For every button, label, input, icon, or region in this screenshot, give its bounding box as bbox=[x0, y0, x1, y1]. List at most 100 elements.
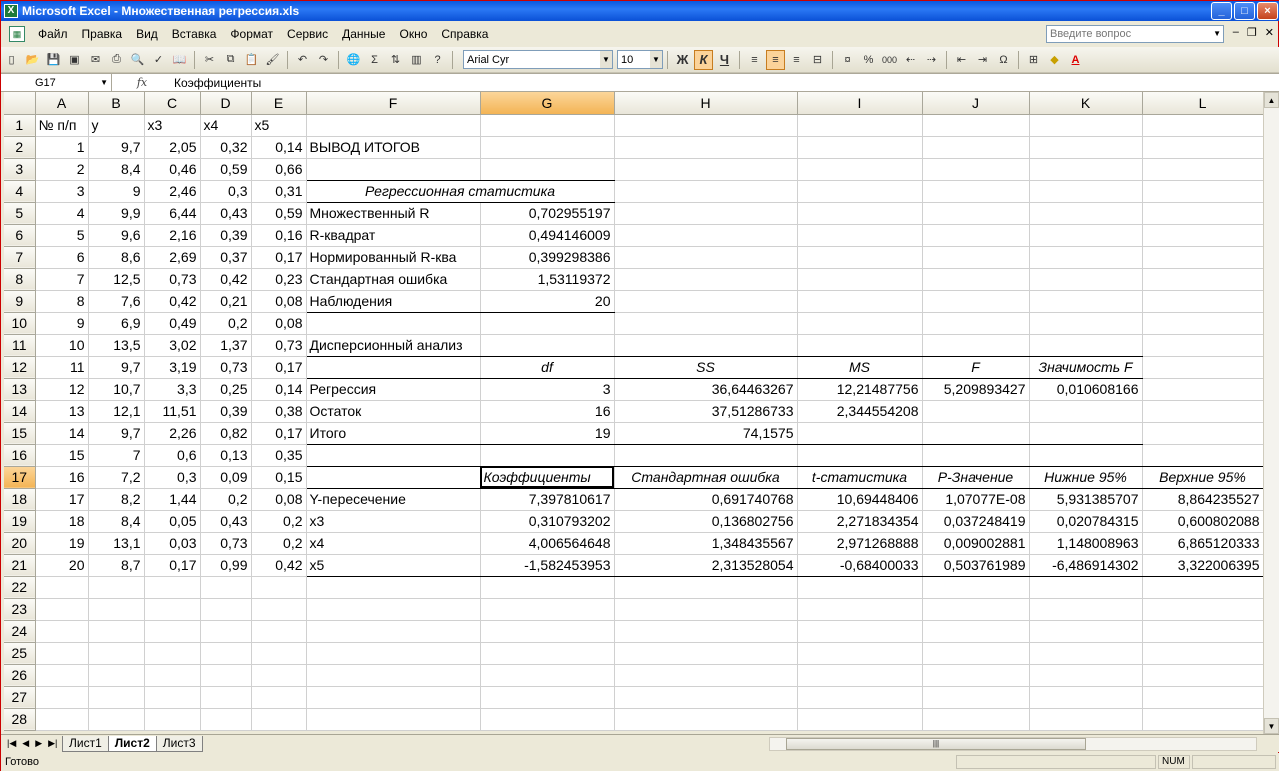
cell-a20[interactable]: 19 bbox=[35, 532, 89, 555]
cell-b15[interactable]: 9,7 bbox=[88, 422, 145, 445]
cell-b23[interactable] bbox=[88, 598, 145, 621]
cell-l20[interactable]: 6,865120333 bbox=[1142, 532, 1264, 555]
cell-h28[interactable] bbox=[614, 708, 798, 731]
cell-g7[interactable]: 0,399298386 bbox=[480, 246, 615, 269]
font-size-select[interactable]: 10 ▼ bbox=[617, 50, 663, 69]
row-header[interactable]: 11 bbox=[4, 334, 36, 357]
menu-insert[interactable]: Вставка bbox=[165, 27, 224, 41]
cell-j19[interactable]: 0,037248419 bbox=[922, 510, 1030, 533]
cell-c12[interactable]: 3,19 bbox=[144, 356, 201, 379]
cell-f25[interactable] bbox=[306, 642, 481, 665]
copy-icon[interactable]: ⧉ bbox=[221, 50, 240, 70]
cell-d13[interactable]: 0,25 bbox=[200, 378, 252, 401]
cell-l4[interactable] bbox=[1142, 180, 1264, 203]
first-sheet-icon[interactable]: |◀ bbox=[7, 738, 16, 749]
cell-f23[interactable] bbox=[306, 598, 481, 621]
cell-b28[interactable] bbox=[88, 708, 145, 731]
cell-g12[interactable]: df bbox=[480, 356, 615, 379]
cell-h11[interactable] bbox=[614, 334, 798, 357]
cell-h8[interactable] bbox=[614, 268, 798, 291]
cell-k1[interactable] bbox=[1029, 114, 1143, 137]
cell-a18[interactable]: 17 bbox=[35, 488, 89, 511]
cell-k6[interactable] bbox=[1029, 224, 1143, 247]
cell-g2[interactable] bbox=[480, 136, 615, 159]
cell-k2[interactable] bbox=[1029, 136, 1143, 159]
cell-a1[interactable]: № п/п bbox=[35, 114, 89, 137]
cell-h9[interactable] bbox=[614, 290, 798, 313]
cell-h4[interactable] bbox=[614, 180, 798, 203]
cell-e8[interactable]: 0,23 bbox=[251, 268, 307, 291]
undo-icon[interactable]: ↶ bbox=[293, 50, 312, 70]
cell-b5[interactable]: 9,9 bbox=[88, 202, 145, 225]
name-box[interactable]: G17 ▼ bbox=[1, 74, 112, 91]
cell-d5[interactable]: 0,43 bbox=[200, 202, 252, 225]
cell-a22[interactable] bbox=[35, 576, 89, 599]
cell-b11[interactable]: 13,5 bbox=[88, 334, 145, 357]
column-header-e[interactable]: E bbox=[251, 92, 307, 115]
cell-d19[interactable]: 0,43 bbox=[200, 510, 252, 533]
cell-a4[interactable]: 3 bbox=[35, 180, 89, 203]
cell-j11[interactable] bbox=[922, 334, 1030, 357]
cell-k28[interactable] bbox=[1029, 708, 1143, 731]
menu-help[interactable]: Справка bbox=[434, 27, 495, 41]
cell-a10[interactable]: 9 bbox=[35, 312, 89, 335]
cell-f17[interactable] bbox=[306, 466, 481, 489]
cell-k18[interactable]: 5,931385707 bbox=[1029, 488, 1143, 511]
row-header[interactable]: 28 bbox=[4, 708, 36, 731]
cell-h21[interactable]: 2,313528054 bbox=[614, 554, 798, 577]
row-header[interactable]: 1 bbox=[4, 114, 36, 137]
cell-i6[interactable] bbox=[797, 224, 923, 247]
cell-l10[interactable] bbox=[1142, 312, 1264, 335]
cell-b18[interactable]: 8,2 bbox=[88, 488, 145, 511]
cell-h13[interactable]: 36,64463267 bbox=[614, 378, 798, 401]
cell-j21[interactable]: 0,503761989 bbox=[922, 554, 1030, 577]
chevron-down-icon[interactable]: ▼ bbox=[100, 78, 108, 87]
cell-j3[interactable] bbox=[922, 158, 1030, 181]
cell-j20[interactable]: 0,009002881 bbox=[922, 532, 1030, 555]
menu-edit[interactable]: Правка bbox=[75, 27, 130, 41]
sort-icon[interactable]: ⇅ bbox=[386, 50, 405, 70]
cell-d20[interactable]: 0,73 bbox=[200, 532, 252, 555]
cell-b27[interactable] bbox=[88, 686, 145, 709]
cell-d22[interactable] bbox=[200, 576, 252, 599]
cell-b2[interactable]: 9,7 bbox=[88, 136, 145, 159]
cell-e26[interactable] bbox=[251, 664, 307, 687]
cell-g22[interactable] bbox=[480, 576, 615, 599]
cell-d17[interactable]: 0,09 bbox=[200, 466, 252, 489]
row-header[interactable]: 25 bbox=[4, 642, 36, 665]
row-header[interactable]: 7 bbox=[4, 246, 36, 269]
cell-b10[interactable]: 6,9 bbox=[88, 312, 145, 335]
cell-f19[interactable]: x3 bbox=[306, 510, 481, 533]
cell-k10[interactable] bbox=[1029, 312, 1143, 335]
align-center-icon[interactable]: ≡ bbox=[766, 49, 785, 70]
cell-e17[interactable]: 0,15 bbox=[251, 466, 307, 489]
cell-l26[interactable] bbox=[1142, 664, 1264, 687]
cell-g26[interactable] bbox=[480, 664, 615, 687]
cell-h12[interactable]: SS bbox=[614, 356, 798, 379]
horizontal-scroll-thumb[interactable]: ||| bbox=[786, 738, 1086, 750]
cell-g10[interactable] bbox=[480, 312, 615, 335]
cell-c22[interactable] bbox=[144, 576, 201, 599]
cell-b14[interactable]: 12,1 bbox=[88, 400, 145, 423]
cell-l14[interactable] bbox=[1142, 400, 1264, 423]
cell-a12[interactable]: 11 bbox=[35, 356, 89, 379]
cell-e5[interactable]: 0,59 bbox=[251, 202, 307, 225]
row-header[interactable]: 26 bbox=[4, 664, 36, 687]
row-header[interactable]: 15 bbox=[4, 422, 36, 445]
cell-i28[interactable] bbox=[797, 708, 923, 731]
cell-i8[interactable] bbox=[797, 268, 923, 291]
cell-l24[interactable] bbox=[1142, 620, 1264, 643]
cell-g25[interactable] bbox=[480, 642, 615, 665]
column-header-j[interactable]: J bbox=[922, 92, 1030, 115]
cell-a8[interactable]: 7 bbox=[35, 268, 89, 291]
cell-i15[interactable] bbox=[797, 422, 923, 445]
cell-d4[interactable]: 0,3 bbox=[200, 180, 252, 203]
cell-i5[interactable] bbox=[797, 202, 923, 225]
cell-i1[interactable] bbox=[797, 114, 923, 137]
cell-i2[interactable] bbox=[797, 136, 923, 159]
column-header-b[interactable]: B bbox=[88, 92, 145, 115]
cell-i20[interactable]: 2,971268888 bbox=[797, 532, 923, 555]
autosum-icon[interactable]: Σ bbox=[365, 50, 384, 70]
font-color-icon[interactable]: A bbox=[1066, 50, 1085, 70]
row-header[interactable]: 14 bbox=[4, 400, 36, 423]
